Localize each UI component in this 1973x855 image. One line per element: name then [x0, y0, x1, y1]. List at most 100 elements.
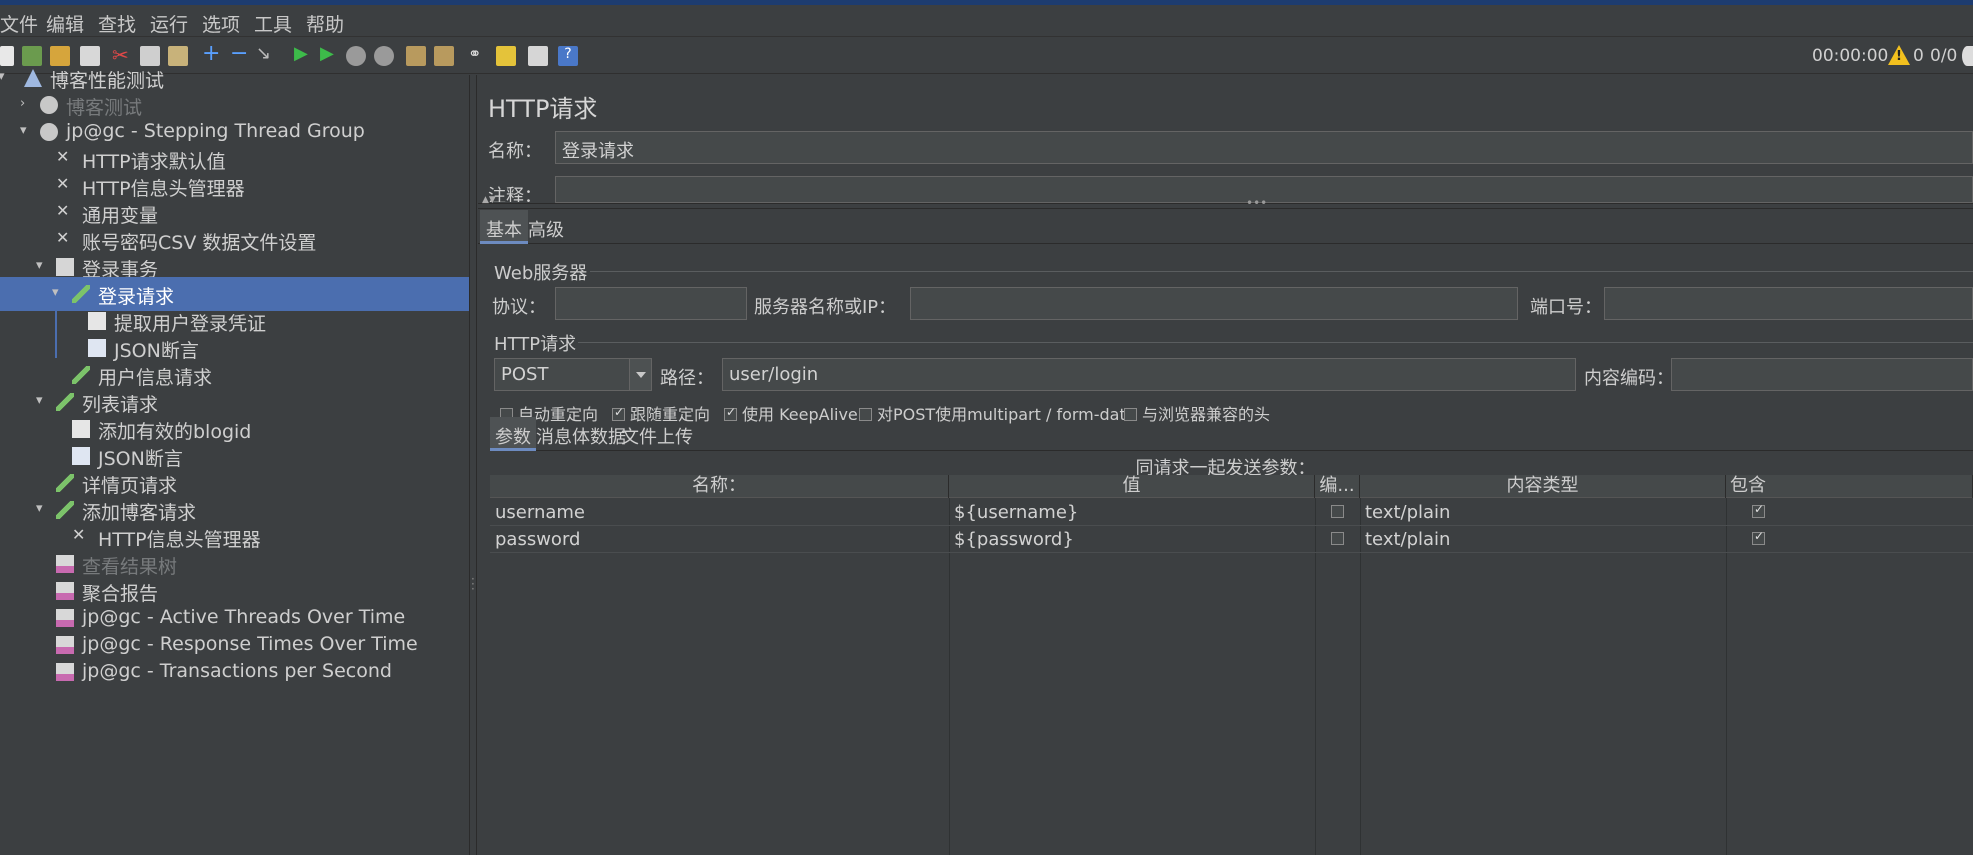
panel-title: HTTP请求	[488, 95, 598, 123]
function-helper-icon[interactable]	[528, 46, 548, 66]
column-header-value[interactable]: 值	[949, 475, 1315, 498]
tree-item[interactable]: jp@gc - Transactions per Second	[0, 655, 469, 689]
sampler-icon	[56, 474, 74, 492]
http-request-group-border	[578, 342, 1973, 343]
port-label: 端口号：	[1530, 297, 1602, 318]
column-header-include[interactable]: 包含	[1726, 475, 1973, 498]
table-row[interactable]: password ${password} text/plain	[490, 526, 1973, 553]
config-icon: ✕	[56, 201, 70, 220]
param-content-type-cell[interactable]: text/plain	[1360, 499, 1726, 526]
include-checkbox[interactable]	[1752, 502, 1765, 518]
config-icon: ✕	[56, 174, 70, 193]
column-header-name[interactable]: 名称：	[490, 475, 949, 498]
sampler-icon	[72, 285, 90, 303]
reset-search-icon[interactable]	[496, 46, 516, 66]
tree-item-label: jp@gc - Response Times Over Time	[82, 633, 418, 655]
port-input[interactable]	[1604, 287, 1973, 320]
menu-bar: 文件 编辑 查找 运行 选项 工具 帮助	[0, 5, 1973, 37]
menu-file[interactable]: 文件	[0, 10, 38, 37]
method-select[interactable]: POST	[494, 358, 652, 391]
sampler-icon	[72, 366, 90, 384]
tab-advanced[interactable]: 高级	[522, 210, 570, 244]
protocol-input[interactable]	[555, 287, 747, 320]
sampler-icon	[56, 393, 74, 411]
cut-icon[interactable]: ✂	[112, 43, 132, 67]
test-plan-tree: ▾ 博客性能测试 › 博客测试 ▾ jp@gc - Stepping Thread Gro…	[0, 69, 469, 855]
http-request-panel: HTTP请求 名称： 登录请求 注释： ▲▼ ••• 基本 高级 Web服务器 …	[478, 75, 1973, 855]
http-request-group-title: HTTP请求	[494, 334, 577, 355]
chevron-down-icon[interactable]: ▾	[36, 501, 48, 516]
chevron-down-icon[interactable]: ▾	[0, 69, 10, 84]
server-input[interactable]	[910, 287, 1518, 320]
toggle-icon[interactable]: ↘	[256, 43, 276, 64]
column-header-content-type[interactable]: 内容类型	[1360, 475, 1726, 498]
search-icon[interactable]: ⚭	[468, 44, 488, 64]
test-plan-icon	[24, 69, 42, 87]
tree-item-label: jp@gc - Stepping Thread Group	[66, 120, 365, 142]
param-include-cell[interactable]	[1726, 526, 1973, 553]
path-input[interactable]: user/login	[722, 358, 1576, 391]
chevron-down-icon[interactable]: ▾	[36, 258, 48, 273]
protocol-label: 协议：	[492, 297, 546, 318]
tree-connector-line	[55, 304, 57, 358]
name-label: 名称：	[488, 141, 542, 162]
param-include-cell[interactable]	[1726, 499, 1973, 526]
thread-group-icon	[40, 96, 58, 114]
listener-icon	[56, 555, 74, 573]
encode-checkbox[interactable]	[1331, 532, 1344, 545]
encode-checkbox[interactable]	[1331, 505, 1344, 518]
menu-tools[interactable]: 工具	[254, 10, 292, 37]
chevron-right-icon[interactable]: ›	[20, 96, 32, 111]
param-encode-cell[interactable]	[1315, 499, 1360, 526]
param-content-type-cell[interactable]: text/plain	[1360, 526, 1726, 553]
include-checkbox[interactable]	[1752, 529, 1765, 545]
chevron-down-icon[interactable]: ▾	[20, 123, 32, 138]
tab-files-upload[interactable]: 文件上传	[616, 417, 698, 451]
param-encode-cell[interactable]	[1315, 526, 1360, 553]
server-label: 服务器名称或IP：	[754, 297, 897, 318]
web-server-group-title: Web服务器	[494, 263, 588, 284]
param-value-cell[interactable]: ${password}	[949, 526, 1315, 553]
split-divider[interactable]: · · ·	[469, 75, 477, 855]
menu-help[interactable]: 帮助	[306, 10, 344, 37]
horizontal-splitter[interactable]: ▲▼ •••	[478, 195, 1973, 210]
remote-status-icon[interactable]	[1962, 46, 1973, 66]
chevron-down-icon[interactable]: ▾	[52, 285, 64, 300]
tab-basic[interactable]: 基本	[480, 210, 528, 244]
param-value-cell[interactable]: ${username}	[949, 499, 1315, 526]
chevron-down-icon[interactable]: ▾	[36, 393, 48, 408]
param-name-cell[interactable]: password	[490, 526, 949, 553]
divider-grip-icon: · · ·	[471, 572, 475, 596]
comment-label: 注释：	[488, 186, 542, 202]
sampler-icon	[56, 501, 74, 519]
extractor-icon	[88, 312, 106, 330]
parameters-table: 名称： 值 编... 内容类型 包含 username ${username} …	[490, 475, 1973, 855]
collapse-icon[interactable]: −	[230, 41, 250, 66]
help-icon[interactable]: ?	[558, 46, 578, 66]
menu-search[interactable]: 查找	[98, 10, 136, 37]
path-label: 路径：	[660, 368, 714, 389]
menu-options[interactable]: 选项	[202, 10, 240, 37]
menu-run[interactable]: 运行	[150, 10, 188, 37]
name-input[interactable]: 登录请求	[555, 131, 1973, 164]
splitter-arrows-icon[interactable]: ▲▼	[482, 195, 496, 205]
start-icon[interactable]: ▶	[294, 43, 314, 64]
table-row[interactable]: username ${username} text/plain	[490, 499, 1973, 526]
chevron-down-icon[interactable]	[629, 359, 651, 390]
warning-icon[interactable]	[1888, 45, 1910, 65]
listener-icon	[56, 663, 74, 681]
listener-icon	[56, 582, 74, 600]
thread-count: 0/0	[1930, 46, 1958, 66]
listener-icon	[56, 636, 74, 654]
expand-icon[interactable]: +	[202, 41, 222, 66]
tab-parameters[interactable]: 参数	[490, 417, 536, 451]
splitter-grip-icon: •••	[1246, 196, 1268, 210]
encoding-input[interactable]	[1671, 358, 1973, 391]
thread-group-icon	[40, 123, 58, 141]
assertion-icon	[72, 447, 90, 465]
param-name-cell[interactable]: username	[490, 499, 949, 526]
config-icon: ✕	[72, 525, 86, 544]
column-header-encode[interactable]: 编...	[1315, 475, 1360, 498]
menu-edit[interactable]: 编辑	[46, 10, 84, 37]
start-no-pause-icon[interactable]: ▶	[320, 43, 340, 64]
